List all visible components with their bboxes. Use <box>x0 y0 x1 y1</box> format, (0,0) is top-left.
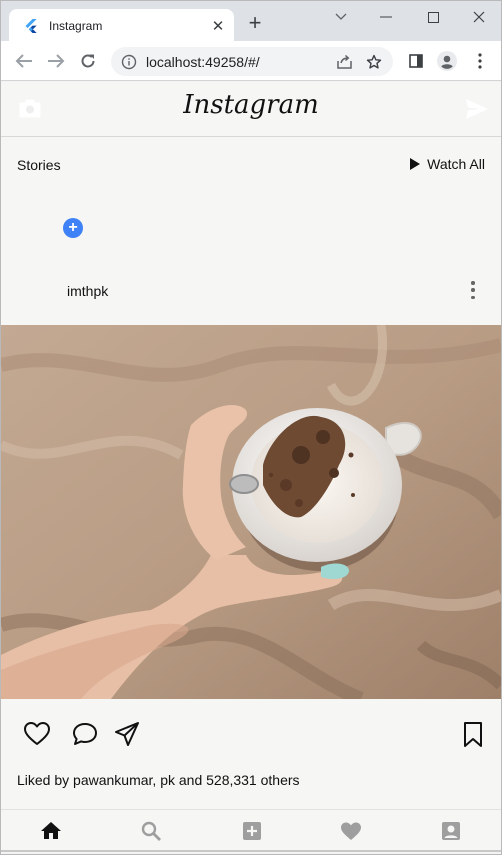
likes-text: Liked by pawankumar, pk and 528,331 othe… <box>17 772 300 788</box>
forward-arrow-icon[interactable] <box>45 50 67 72</box>
add-story-button[interactable]: + <box>63 218 83 238</box>
stories-header: Stories Watch All <box>1 138 501 188</box>
send-icon[interactable] <box>465 98 489 120</box>
instagram-app: Instagram Stories Watch All + imthpk Lik… <box>1 82 501 852</box>
stories-label: Stories <box>17 157 61 173</box>
side-panel-icon[interactable] <box>405 50 427 72</box>
play-icon <box>410 158 421 170</box>
browser-window: Instagram ✕ + localhost:49258/#/ Instagr… <box>0 0 502 855</box>
home-icon[interactable] <box>40 820 62 842</box>
search-icon[interactable] <box>140 820 162 842</box>
watch-all-label: Watch All <box>427 156 485 172</box>
bottom-navigation <box>1 809 501 852</box>
new-tab-button[interactable]: + <box>245 12 265 34</box>
back-arrow-icon[interactable] <box>13 50 35 72</box>
post-photo[interactable] <box>1 325 501 699</box>
address-bar[interactable]: localhost:49258/#/ <box>111 47 393 76</box>
tab-title: Instagram <box>49 18 103 33</box>
post-header: imthpk <box>1 272 501 308</box>
maximize-icon[interactable] <box>418 7 448 27</box>
site-info-icon[interactable] <box>121 54 137 70</box>
post-username[interactable]: imthpk <box>67 283 108 299</box>
heart-outline-icon[interactable] <box>23 720 51 748</box>
app-logo: Instagram <box>183 90 319 120</box>
post-actions <box>1 699 501 759</box>
share-page-icon[interactable] <box>333 51 355 73</box>
more-options-icon[interactable] <box>469 280 477 300</box>
browser-tab[interactable]: Instagram ✕ <box>9 9 234 42</box>
account-box-icon[interactable] <box>440 820 462 842</box>
url-text[interactable]: localhost:49258/#/ <box>146 54 333 70</box>
reload-icon[interactable] <box>77 50 99 72</box>
browser-menu-icon[interactable] <box>469 50 491 72</box>
add-box-icon[interactable] <box>241 820 263 842</box>
paper-plane-icon[interactable] <box>113 720 141 748</box>
bookmark-star-icon[interactable] <box>363 51 385 73</box>
browser-toolbar: localhost:49258/#/ <box>1 41 501 81</box>
flutter-icon <box>25 18 37 33</box>
close-tab-icon[interactable]: ✕ <box>208 16 228 36</box>
tab-strip: Instagram ✕ + <box>1 1 501 42</box>
heart-icon[interactable] <box>340 820 362 842</box>
close-window-icon[interactable] <box>464 7 494 27</box>
app-bar: Instagram <box>1 82 501 137</box>
minimize-icon[interactable] <box>371 7 401 27</box>
bottom-edge <box>1 850 501 852</box>
bookmark-icon[interactable] <box>459 720 487 748</box>
comment-icon[interactable] <box>71 720 99 748</box>
tab-search-icon[interactable] <box>326 7 356 27</box>
profile-avatar-icon[interactable] <box>436 50 458 72</box>
watch-all-button[interactable]: Watch All <box>410 156 485 172</box>
